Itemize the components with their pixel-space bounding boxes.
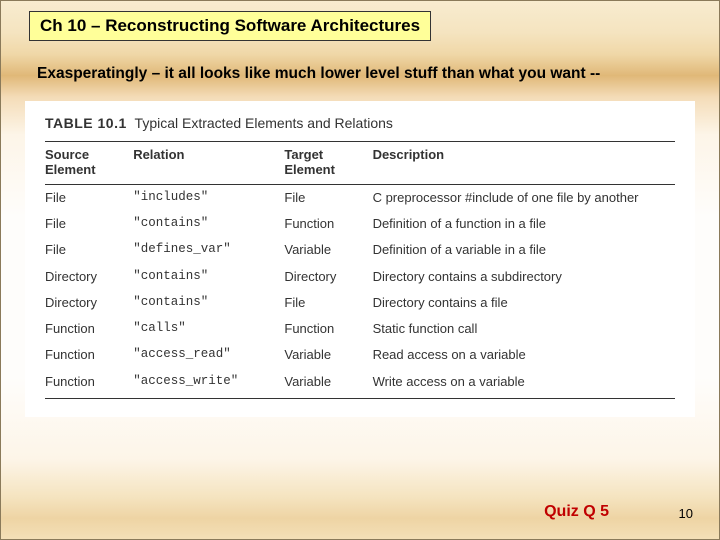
quiz-label: Quiz Q 5: [544, 503, 609, 521]
cell-source: File: [45, 237, 133, 263]
table-container: TABLE 10.1 Typical Extracted Elements an…: [25, 101, 695, 417]
table-row: File "defines_var" Variable Definition o…: [45, 237, 675, 263]
table-row: Function "access_read" Variable Read acc…: [45, 342, 675, 368]
page-number: 10: [679, 506, 693, 521]
cell-target: File: [284, 184, 372, 211]
cell-desc: Definition of a variable in a file: [373, 237, 675, 263]
table-row: Function "calls" Function Static functio…: [45, 316, 675, 342]
cell-source: Directory: [45, 264, 133, 290]
cell-relation: "access_write": [133, 369, 284, 399]
cell-source: File: [45, 211, 133, 237]
cell-source: File: [45, 184, 133, 211]
col-relation: Relation: [133, 142, 284, 185]
cell-desc: Write access on a variable: [373, 369, 675, 399]
table-caption-text: Typical Extracted Elements and Relations: [135, 115, 393, 131]
cell-target: Function: [284, 211, 372, 237]
cell-target: File: [284, 290, 372, 316]
cell-relation: "contains": [133, 290, 284, 316]
cell-desc: Directory contains a file: [373, 290, 675, 316]
cell-relation: "calls": [133, 316, 284, 342]
cell-relation: "contains": [133, 264, 284, 290]
slide-subtitle: Exasperatingly – it all looks like much …: [37, 65, 719, 83]
cell-desc: Directory contains a subdirectory: [373, 264, 675, 290]
table-row: Directory "contains" Directory Directory…: [45, 264, 675, 290]
table-header-row: SourceElement Relation TargetElement Des…: [45, 142, 675, 185]
cell-desc: C preprocessor #include of one file by a…: [373, 184, 675, 211]
cell-relation: "defines_var": [133, 237, 284, 263]
cell-source: Directory: [45, 290, 133, 316]
cell-source: Function: [45, 316, 133, 342]
table-row: File "contains" Function Definition of a…: [45, 211, 675, 237]
cell-desc: Static function call: [373, 316, 675, 342]
elements-table: SourceElement Relation TargetElement Des…: [45, 141, 675, 399]
col-target-element: TargetElement: [284, 142, 372, 185]
cell-source: Function: [45, 369, 133, 399]
cell-source: Function: [45, 342, 133, 368]
col-source-element: SourceElement: [45, 142, 133, 185]
table-label: TABLE 10.1: [45, 115, 127, 131]
cell-desc: Definition of a function in a file: [373, 211, 675, 237]
cell-relation: "contains": [133, 211, 284, 237]
cell-target: Directory: [284, 264, 372, 290]
col-description: Description: [373, 142, 675, 185]
cell-relation: "access_read": [133, 342, 284, 368]
table-caption: TABLE 10.1 Typical Extracted Elements an…: [45, 115, 675, 131]
table-row: File "includes" File C preprocessor #inc…: [45, 184, 675, 211]
slide-title: Ch 10 – Reconstructing Software Architec…: [29, 11, 431, 41]
cell-target: Variable: [284, 369, 372, 399]
cell-desc: Read access on a variable: [373, 342, 675, 368]
table-row: Directory "contains" File Directory cont…: [45, 290, 675, 316]
cell-target: Variable: [284, 342, 372, 368]
cell-target: Function: [284, 316, 372, 342]
cell-relation: "includes": [133, 184, 284, 211]
table-row: Function "access_write" Variable Write a…: [45, 369, 675, 399]
cell-target: Variable: [284, 237, 372, 263]
